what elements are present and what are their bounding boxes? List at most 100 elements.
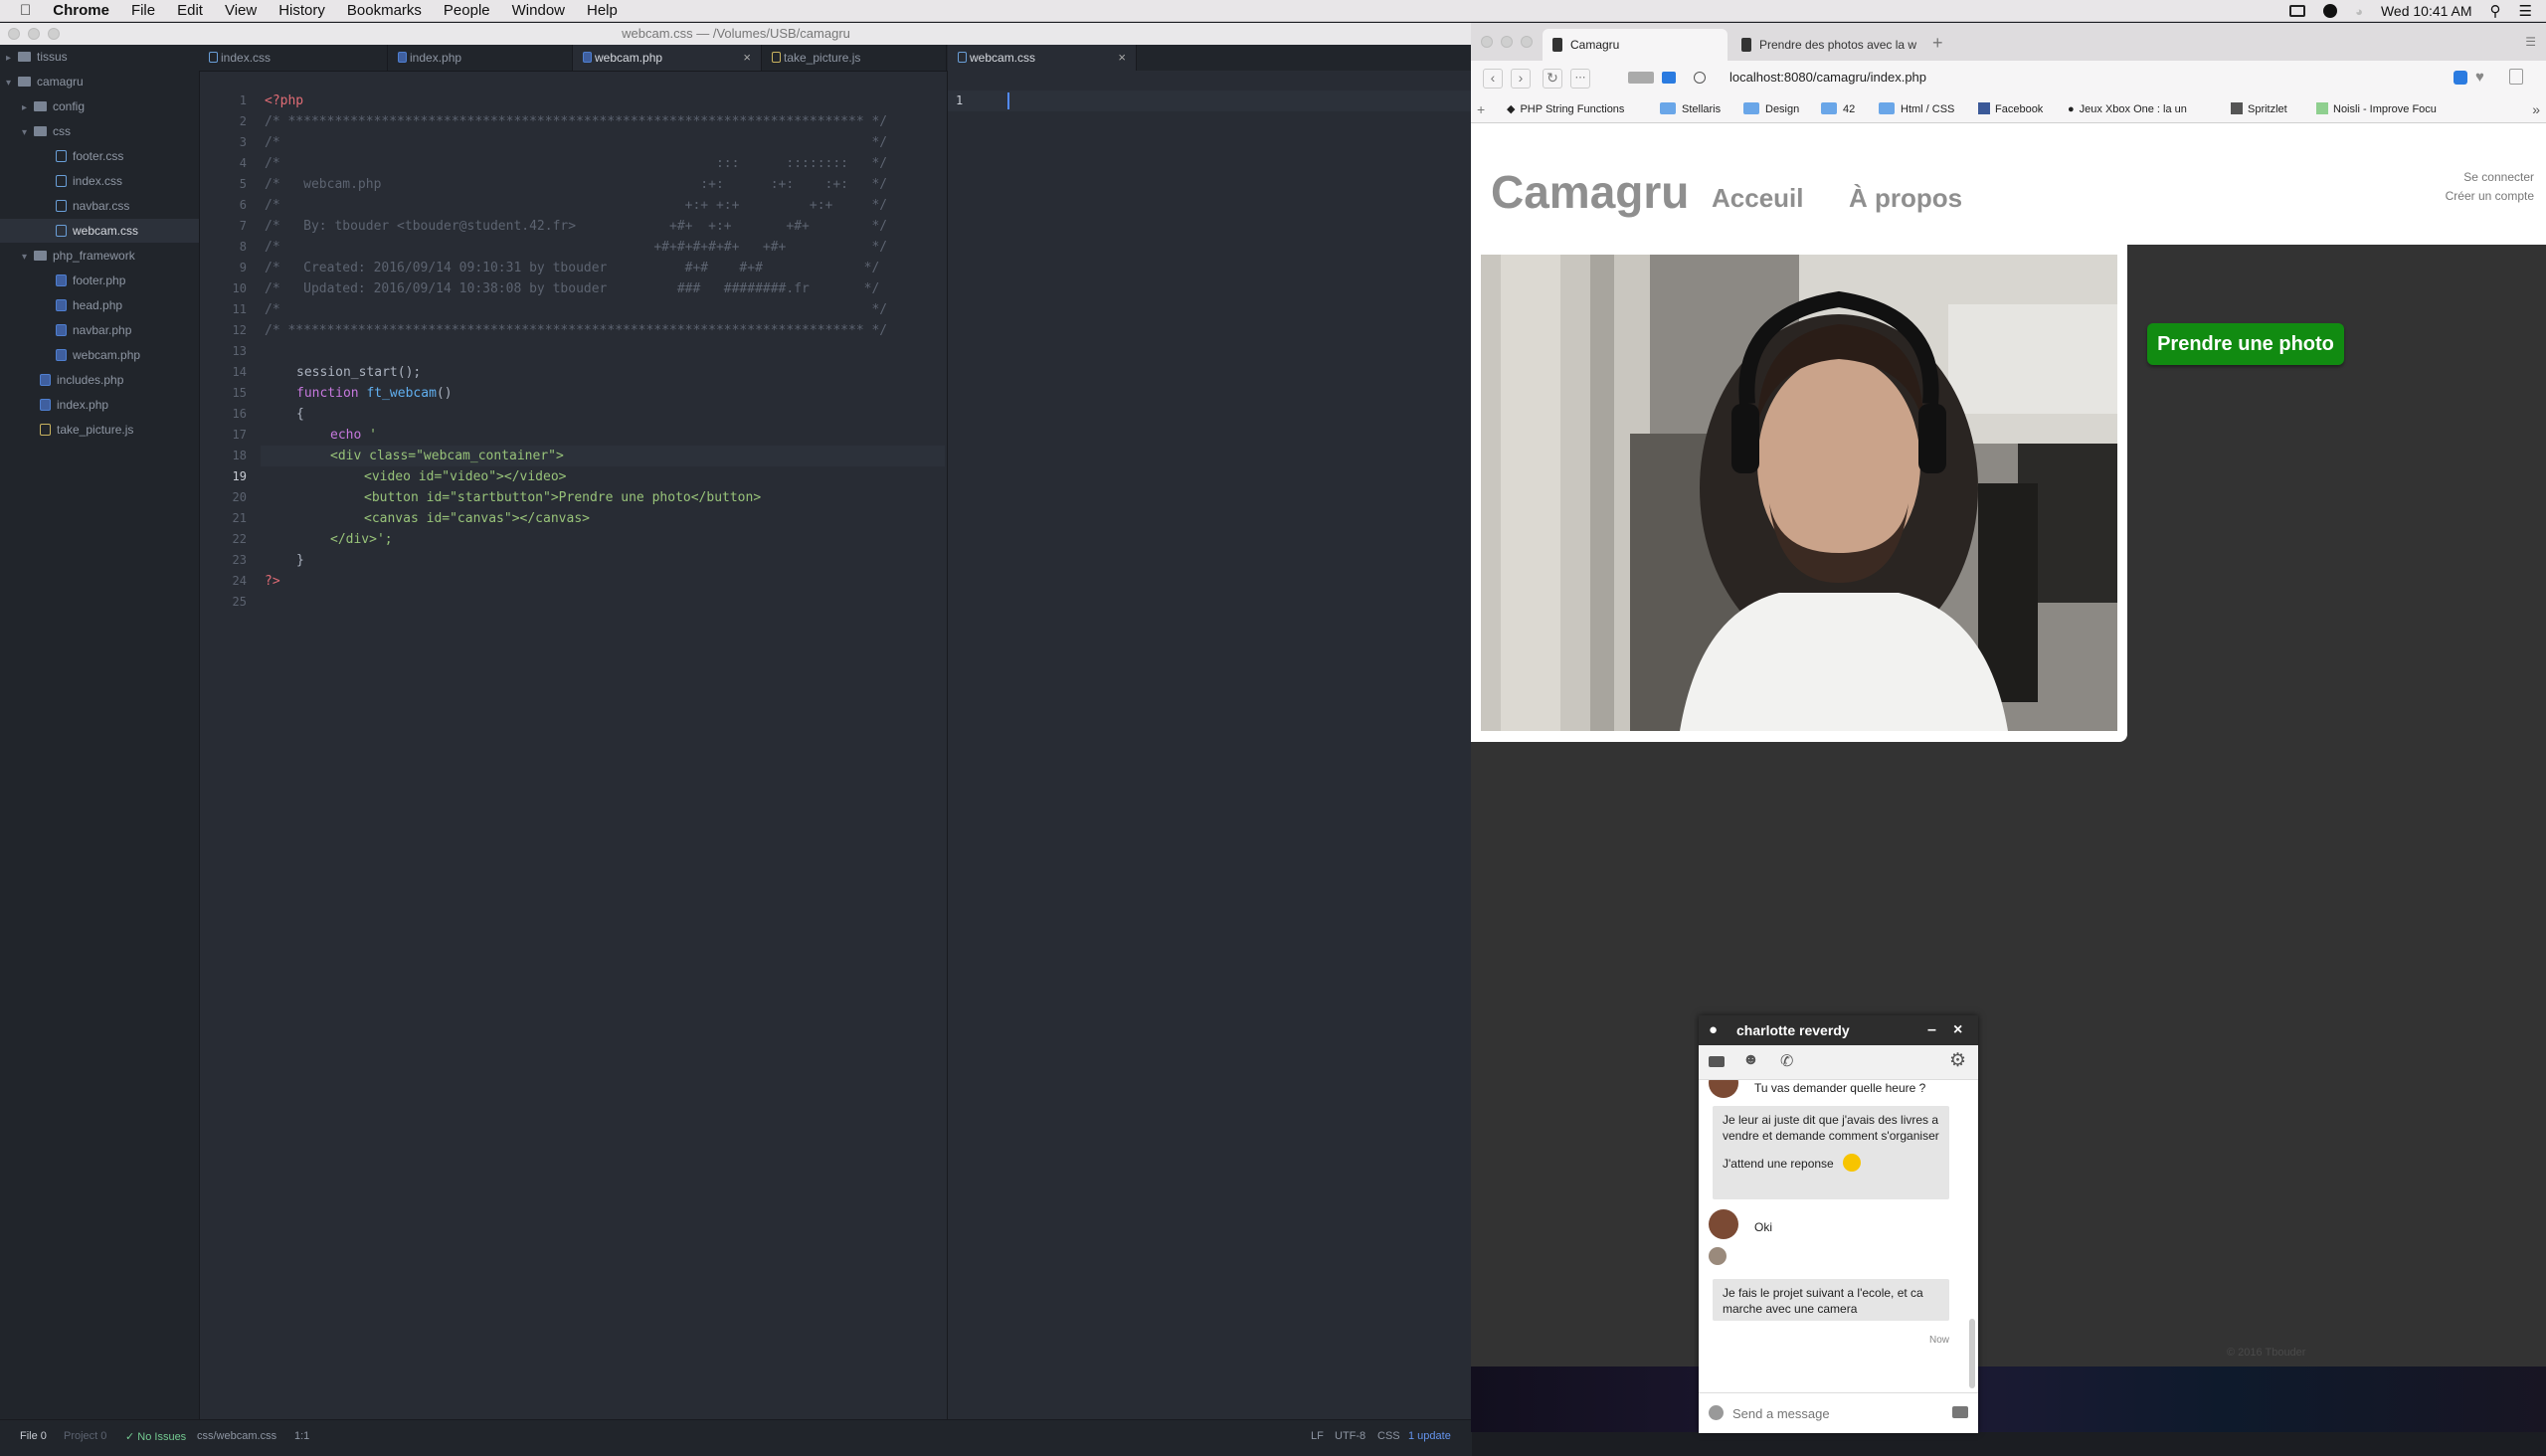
menubar:  Chrome File Edit View History Bookmark… [0, 0, 2546, 22]
chat-header[interactable]: ● charlotte reverdy – × [1699, 1015, 1978, 1045]
more-bookmarks-icon[interactable]: » [2532, 96, 2540, 122]
menu-window[interactable]: Window [512, 2, 565, 19]
phone-icon[interactable]: ✆ [1780, 1051, 1793, 1071]
tab-webcam-css[interactable]: webcam.css × [948, 45, 1137, 71]
code-line: function ft_webcam() [296, 386, 453, 401]
bookmark-jeux-xbox[interactable]: ● Jeux Xbox One : la un [2068, 96, 2187, 122]
share-icon[interactable] [2509, 69, 2523, 85]
extension-icon[interactable] [2454, 71, 2467, 85]
site-logo[interactable]: Camagru [1491, 165, 1689, 219]
airplay-icon[interactable] [2289, 5, 2306, 17]
emoji-icon[interactable] [1709, 1405, 1724, 1420]
menu-bookmarks[interactable]: Bookmarks [347, 2, 422, 19]
camera-icon[interactable] [1662, 72, 1676, 84]
notification-center-icon[interactable]: ☰ [2519, 2, 2532, 20]
minimize-window-icon[interactable] [1501, 36, 1513, 48]
reload-icon[interactable]: ↻ [1543, 69, 1562, 89]
menu-view[interactable]: View [225, 2, 257, 19]
code-line: <?php [265, 93, 304, 108]
menu-file[interactable]: File [131, 2, 155, 19]
settings-gear-icon[interactable]: ⚙ [1949, 1049, 1966, 1072]
window-title: webcam.css — /Volumes/USB/camagru [622, 26, 850, 41]
pocket-icon[interactable]: ♥ [2475, 69, 2484, 86]
login-link[interactable]: Se connecter [2463, 170, 2534, 184]
status-dot-icon[interactable] [2323, 4, 2338, 18]
code-line: /* Created: 2016/09/14 09:10:31 by tboud… [265, 261, 880, 275]
zoom-window-icon[interactable] [48, 28, 60, 40]
bookmark-facebook[interactable]: Facebook [1978, 96, 2043, 122]
profile-icon[interactable]: ☰ [2525, 35, 2536, 49]
wifi-icon[interactable]: ◕ [2355, 4, 2363, 19]
bookmark-42[interactable]: 42 [1821, 96, 1855, 122]
editor-pane-webcam-css[interactable]: 1 [947, 71, 1473, 1420]
attach-image-icon[interactable] [1952, 1406, 1968, 1418]
webcam-video[interactable] [1481, 255, 2117, 731]
tab-prendre-photos[interactable]: Prendre des photos avec la w [1731, 29, 1926, 61]
vpn-icon[interactable] [1628, 72, 1654, 84]
prendre-une-photo-button[interactable]: Prendre une photo [2147, 323, 2344, 365]
menu-edit[interactable]: Edit [177, 2, 203, 19]
chat-scrollbar[interactable] [1969, 1319, 1975, 1388]
spotlight-icon[interactable]: ⚲ [2490, 2, 2501, 20]
code-line: /* Updated: 2016/09/14 10:38:08 by tboud… [265, 281, 880, 296]
nav-a-propos[interactable]: À propos [1849, 183, 1962, 214]
bookmark-php-string-functions[interactable]: ◆ PHP String Functions [1507, 96, 1624, 122]
close-chat-icon[interactable]: × [1953, 1015, 1962, 1045]
site-footer: © 2016 Tbouder [2227, 1347, 2306, 1359]
back-icon[interactable]: ‹ [1483, 69, 1503, 89]
zoom-window-icon[interactable] [1521, 36, 1533, 48]
menu-people[interactable]: People [444, 2, 490, 19]
video-call-icon[interactable] [1709, 1056, 1725, 1067]
apps-icon[interactable]: ⋯ [1570, 69, 1590, 89]
editor-code[interactable]: <?php /* *******************************… [0, 71, 947, 1419]
code-line: </div>'; [330, 532, 393, 547]
chevron-right-icon: ▸ [6, 53, 12, 64]
forward-icon[interactable]: › [1511, 69, 1531, 89]
bookmark-noisli[interactable]: Noisli - Improve Focu [2316, 96, 2437, 122]
minimize-window-icon[interactable] [28, 28, 40, 40]
minimize-chat-icon[interactable]: – [1927, 1015, 1936, 1045]
nav-acceuil[interactable]: Acceuil [1712, 183, 1804, 214]
bookmarks-bar: + ◆ PHP String Functions Stellaris Design… [1471, 96, 2546, 123]
php-file-icon [583, 52, 592, 63]
webcam-frame-illustration [1481, 255, 2117, 731]
current-line-highlight [948, 91, 1473, 111]
php-file-icon [398, 52, 407, 63]
bookmark-html-css[interactable]: Html / CSS [1879, 96, 1954, 122]
tab-camagru[interactable]: Camagru [1543, 29, 1728, 61]
chat-messages[interactable]: Tu vas demander quelle heure ? Je leur a… [1699, 1080, 1978, 1391]
message-timestamp: Now [1929, 1335, 1950, 1346]
folder-icon [1821, 102, 1837, 114]
add-bookmark-icon[interactable]: + [1477, 96, 1485, 122]
tab-webcam-php[interactable]: webcam.php × [573, 45, 762, 71]
menu-history[interactable]: History [278, 2, 325, 19]
new-tab-icon[interactable]: + [1932, 33, 1943, 54]
tree-item-tissus[interactable]: ▸ tissus [6, 45, 68, 69]
bookmark-stellaris[interactable]: Stellaris [1660, 96, 1721, 122]
code-line: /* ::: :::::::: */ [265, 156, 888, 171]
address-bar[interactable]: localhost:8080/camagru/index.php [1729, 66, 2426, 90]
webcam-container [1471, 245, 2127, 742]
tab-index-php[interactable]: index.php [388, 45, 573, 71]
site-navbar: Camagru Acceuil À propos Se connecter Cr… [1471, 123, 2546, 245]
info-icon[interactable] [1694, 72, 1706, 84]
tab-index-css[interactable]: index.css [199, 45, 388, 71]
bookmark-design[interactable]: Design [1743, 96, 1799, 122]
avatar [1709, 1209, 1738, 1239]
chat-message: Oki [1744, 1213, 1784, 1239]
bookmark-spritzlet[interactable]: Spritzlet [2231, 96, 2287, 122]
close-window-icon[interactable] [8, 28, 20, 40]
close-tab-icon[interactable]: × [743, 45, 751, 71]
signup-link[interactable]: Créer un compte [2446, 189, 2534, 203]
menu-app[interactable]: Chrome [53, 2, 109, 19]
close-tab-icon[interactable]: × [1118, 45, 1126, 71]
apple-icon[interactable]:  [20, 2, 31, 19]
tab-take-picture-js[interactable]: take_picture.js [762, 45, 947, 71]
close-window-icon[interactable] [1481, 36, 1493, 48]
code-line: } [296, 553, 304, 568]
add-person-icon[interactable]: ☻ [1742, 1051, 1759, 1069]
clock[interactable]: Wed 10:41 AM [2381, 3, 2472, 19]
send-message-input[interactable] [1730, 1401, 1943, 1425]
code-line: <div class="webcam_container"> [330, 449, 564, 463]
menu-help[interactable]: Help [587, 2, 618, 19]
